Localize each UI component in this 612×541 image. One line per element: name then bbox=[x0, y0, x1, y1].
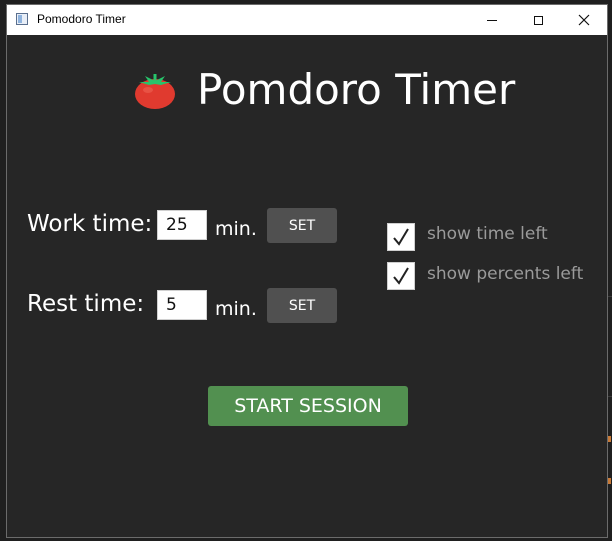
rest-time-input[interactable] bbox=[157, 290, 207, 320]
maximize-button[interactable] bbox=[515, 5, 561, 35]
window-title: Pomodoro Timer bbox=[37, 12, 126, 26]
checkmark-icon bbox=[393, 228, 409, 246]
main-content: Pomdoro Timer Work time: min. SET Rest t… bbox=[7, 35, 607, 537]
show-percents-left-checkbox[interactable] bbox=[387, 262, 415, 290]
work-time-unit: min. bbox=[215, 218, 257, 240]
maximize-icon bbox=[533, 15, 543, 25]
show-time-left-label: show time left bbox=[427, 224, 548, 244]
tomato-icon bbox=[133, 68, 177, 112]
work-time-label: Work time: bbox=[27, 211, 153, 237]
page-title: Pomdoro Timer bbox=[197, 65, 516, 114]
minimize-icon bbox=[487, 19, 497, 21]
minimize-button[interactable] bbox=[469, 5, 515, 35]
rest-time-unit: min. bbox=[215, 298, 257, 320]
window-app-icon bbox=[16, 13, 28, 25]
show-time-left-checkbox[interactable] bbox=[387, 223, 415, 251]
rest-set-button[interactable]: SET bbox=[267, 288, 337, 323]
title-bar: Pomodoro Timer bbox=[7, 5, 607, 35]
checkmark-icon bbox=[393, 267, 409, 285]
app-window: Pomodoro Timer Pomdoro Timer Work time: … bbox=[6, 4, 608, 538]
app-header: Pomdoro Timer bbox=[133, 65, 515, 114]
close-icon bbox=[578, 14, 590, 26]
close-button[interactable] bbox=[561, 5, 607, 35]
work-time-input[interactable] bbox=[157, 210, 207, 240]
start-session-button[interactable]: START SESSION bbox=[208, 386, 408, 426]
rest-time-label: Rest time: bbox=[27, 291, 145, 317]
work-set-button[interactable]: SET bbox=[267, 208, 337, 243]
show-percents-left-label: show percents left bbox=[427, 264, 584, 284]
